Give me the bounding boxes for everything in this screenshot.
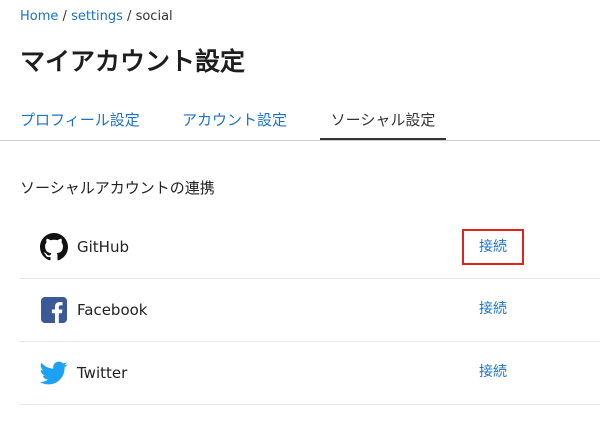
social-account-row-github: GitHub 接続 — [20, 216, 600, 279]
settings-tabs: プロフィール設定 アカウント設定 ソーシャル設定 — [0, 102, 600, 141]
facebook-icon — [40, 296, 68, 324]
page: Home / settings / social マイアカウント設定 プロフィー… — [0, 0, 600, 435]
page-title: マイアカウント設定 — [20, 47, 246, 76]
breadcrumb: Home / settings / social — [20, 8, 173, 26]
breadcrumb-separator: / — [127, 9, 132, 24]
section-heading: ソーシャルアカウントの連携 — [20, 179, 215, 197]
social-account-name: Facebook — [77, 301, 148, 319]
breadcrumb-separator: / — [62, 9, 67, 24]
tab-account-settings[interactable]: アカウント設定 — [182, 102, 287, 139]
social-account-row-facebook: Facebook 接続 — [20, 279, 600, 342]
connect-twitter-button[interactable]: 接続 — [462, 355, 524, 391]
twitter-icon — [39, 359, 68, 387]
connect-github-button[interactable]: 接続 — [462, 229, 524, 265]
connect-facebook-button[interactable]: 接続 — [462, 292, 524, 328]
tab-profile-settings[interactable]: プロフィール設定 — [20, 102, 140, 139]
breadcrumb-home-link[interactable]: Home — [20, 9, 58, 24]
social-account-name: Twitter — [77, 364, 128, 382]
breadcrumb-current: social — [135, 9, 173, 24]
social-account-name: GitHub — [77, 238, 129, 256]
github-icon — [40, 233, 68, 261]
breadcrumb-settings-link[interactable]: settings — [71, 9, 123, 24]
tab-social-settings[interactable]: ソーシャル設定 — [320, 102, 446, 140]
social-account-row-twitter: Twitter 接続 — [20, 342, 600, 405]
